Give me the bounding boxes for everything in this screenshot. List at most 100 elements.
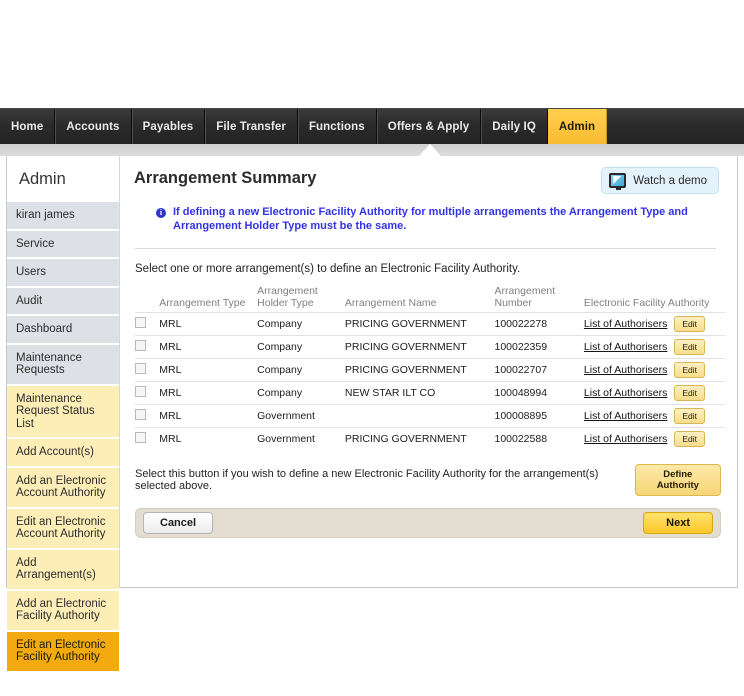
cell-electronic-facility-authority: List of Authorisers Edit <box>583 404 725 428</box>
row-checkbox[interactable] <box>135 340 146 351</box>
cell-electronic-facility-authority: List of Authorisers Edit <box>583 312 725 336</box>
table-header-row: Arrangement Type Arrangement Holder Type… <box>135 285 725 313</box>
nav-underline <box>0 144 744 156</box>
main-navigation: Home Accounts Payables File Transfer Functio… <box>0 108 744 144</box>
list-of-authorisers-link[interactable]: List of Authorisers <box>584 387 667 399</box>
cancel-button[interactable]: Cancel <box>143 512 214 534</box>
sidebar-item-service[interactable]: Service <box>7 229 119 258</box>
row-select-cell <box>135 404 160 428</box>
nav-tab-admin[interactable]: Admin <box>547 109 608 144</box>
info-message-text: If defining a new Electronic Facility Au… <box>173 206 688 232</box>
nav-tab-accounts[interactable]: Accounts <box>55 109 132 144</box>
monitor-icon <box>609 173 627 190</box>
cell-arrangement-number: 100022278 <box>494 312 584 336</box>
define-authority-button[interactable]: Define Authority <box>634 464 721 496</box>
row-select-cell <box>135 312 160 336</box>
edit-button[interactable]: Edit <box>674 339 706 355</box>
nav-tab-home[interactable]: Home <box>0 109 56 144</box>
column-header-select <box>135 286 160 313</box>
column-header-arrangement-number: Arrangement Number <box>494 285 584 313</box>
page-card: Admin kiran james Service Users Audit Dashbo… <box>6 156 738 672</box>
efa-cell-wrapper: List of Authorisers Edit <box>584 316 721 332</box>
cell-arrangement-type: MRL <box>159 312 258 336</box>
efa-cell-wrapper: List of Authorisers Edit <box>584 339 721 355</box>
nav-tab-daily-iq[interactable]: Daily IQ <box>481 109 548 144</box>
cell-arrangement-number: 100048994 <box>494 381 584 405</box>
sidebar-item-edit-an-electronic-facility-authority[interactable]: Edit an Electronic Facility Authority <box>7 630 119 672</box>
list-of-authorisers-link[interactable]: List of Authorisers <box>584 341 667 353</box>
cell-arrangement-type: MRL <box>159 404 258 428</box>
cell-arrangement-type: MRL <box>159 335 258 359</box>
edit-button[interactable]: Edit <box>674 431 706 447</box>
efa-cell-wrapper: List of Authorisers Edit <box>584 431 721 447</box>
sidebar-item-edit-an-electronic-account-authority[interactable]: Edit an Electronic Account Authority <box>7 507 119 549</box>
list-of-authorisers-link[interactable]: List of Authorisers <box>584 433 667 445</box>
sidebar-item-add-arrangement-s[interactable]: Add Arrangement(s) <box>7 548 119 590</box>
instruction-text: Select one or more arrangement(s) to def… <box>135 263 521 275</box>
edit-button[interactable]: Edit <box>674 408 706 424</box>
edit-button[interactable]: Edit <box>674 316 706 332</box>
cell-electronic-facility-authority: List of Authorisers Edit <box>583 427 725 450</box>
table-row: MRL Company PRICING GOVERNMENT 100022359 Lis… <box>135 335 725 359</box>
row-checkbox[interactable] <box>135 386 146 397</box>
row-select-cell <box>135 427 160 450</box>
cell-arrangement-name: PRICING GOVERNMENT <box>344 312 495 336</box>
cell-arrangement-number: 100022588 <box>494 427 584 450</box>
column-header-arrangement-type: Arrangement Type <box>159 286 258 313</box>
cell-arrangement-type: MRL <box>159 381 258 405</box>
info-icon: i <box>156 208 166 218</box>
sidebar-item-add-an-electronic-account-authority[interactable]: Add an Electronic Account Authority <box>7 466 119 508</box>
cell-arrangement-number: 100022707 <box>494 358 584 382</box>
cell-arrangement-name: PRICING GOVERNMENT <box>344 358 495 382</box>
content-header: Arrangement Summary Watch a demo <box>130 156 721 194</box>
cell-electronic-facility-authority: List of Authorisers Edit <box>583 381 725 405</box>
sidebar-item-dashboard[interactable]: Dashboard <box>7 315 119 344</box>
list-of-authorisers-link[interactable]: List of Authorisers <box>584 318 667 330</box>
sidebar-item-kiran-james[interactable]: kiran james <box>7 201 119 230</box>
cell-arrangement-type: MRL <box>159 427 258 450</box>
list-of-authorisers-link[interactable]: List of Authorisers <box>584 364 667 376</box>
nav-filler <box>607 109 744 144</box>
row-checkbox[interactable] <box>135 409 146 420</box>
table-row: MRL Government PRICING GOVERNMENT 100022588… <box>135 427 725 450</box>
column-header-arrangement-holder-type: Arrangement Holder Type <box>257 285 345 313</box>
cell-arrangement-name: PRICING GOVERNMENT <box>344 427 495 450</box>
info-message: i If defining a new Electronic Facility … <box>156 206 721 233</box>
nav-tab-offers-apply[interactable]: Offers & Apply <box>377 109 482 144</box>
cell-electronic-facility-authority: List of Authorisers Edit <box>583 335 725 359</box>
sidebar-item-maintenance-requests[interactable]: Maintenance Requests <box>7 343 119 385</box>
nav-tab-file-transfer[interactable]: File Transfer <box>205 109 298 144</box>
cell-arrangement-name <box>344 404 495 428</box>
sidebar: Admin kiran james Service Users Audit Dashbo… <box>7 156 119 672</box>
cell-arrangement-number: 100008895 <box>494 404 584 428</box>
next-button[interactable]: Next <box>643 512 713 534</box>
sidebar-title: Admin <box>19 170 66 188</box>
nav-tab-payables[interactable]: Payables <box>132 109 206 144</box>
row-checkbox[interactable] <box>135 432 146 443</box>
nav-tab-functions[interactable]: Functions <box>298 109 377 144</box>
sidebar-item-maintenance-request-status-list[interactable]: Maintenance Request Status List <box>7 384 119 438</box>
sidebar-item-add-an-electronic-facility-authority[interactable]: Add an Electronic Facility Authority <box>7 589 119 631</box>
cell-arrangement-holder-type: Company <box>257 381 345 405</box>
row-checkbox[interactable] <box>135 363 146 374</box>
sidebar-item-users[interactable]: Users <box>7 258 119 287</box>
sidebar-item-audit[interactable]: Audit <box>7 286 119 315</box>
define-authority-text: Select this button if you wish to define… <box>135 468 599 492</box>
efa-cell-wrapper: List of Authorisers Edit <box>584 408 721 424</box>
watch-a-demo-button[interactable]: Watch a demo <box>601 167 719 194</box>
efa-cell-wrapper: List of Authorisers Edit <box>584 362 721 378</box>
list-of-authorisers-link[interactable]: List of Authorisers <box>584 410 667 422</box>
efa-cell-wrapper: List of Authorisers Edit <box>584 385 721 401</box>
column-header-arrangement-name: Arrangement Name <box>344 286 495 313</box>
sidebar-item-add-account-s[interactable]: Add Account(s) <box>7 438 119 467</box>
cell-arrangement-name: PRICING GOVERNMENT <box>344 335 495 359</box>
edit-button[interactable]: Edit <box>674 362 706 378</box>
cell-arrangement-holder-type: Company <box>257 358 345 382</box>
edit-button[interactable]: Edit <box>674 385 706 401</box>
cell-electronic-facility-authority: List of Authorisers Edit <box>583 358 725 382</box>
footer-action-bar: Cancel Next <box>135 508 721 538</box>
cell-arrangement-holder-type: Company <box>257 312 345 336</box>
active-tab-pointer <box>419 144 441 156</box>
row-checkbox[interactable] <box>135 317 146 328</box>
column-header-electronic-facility-authority: Electronic Facility Authority <box>583 286 725 313</box>
